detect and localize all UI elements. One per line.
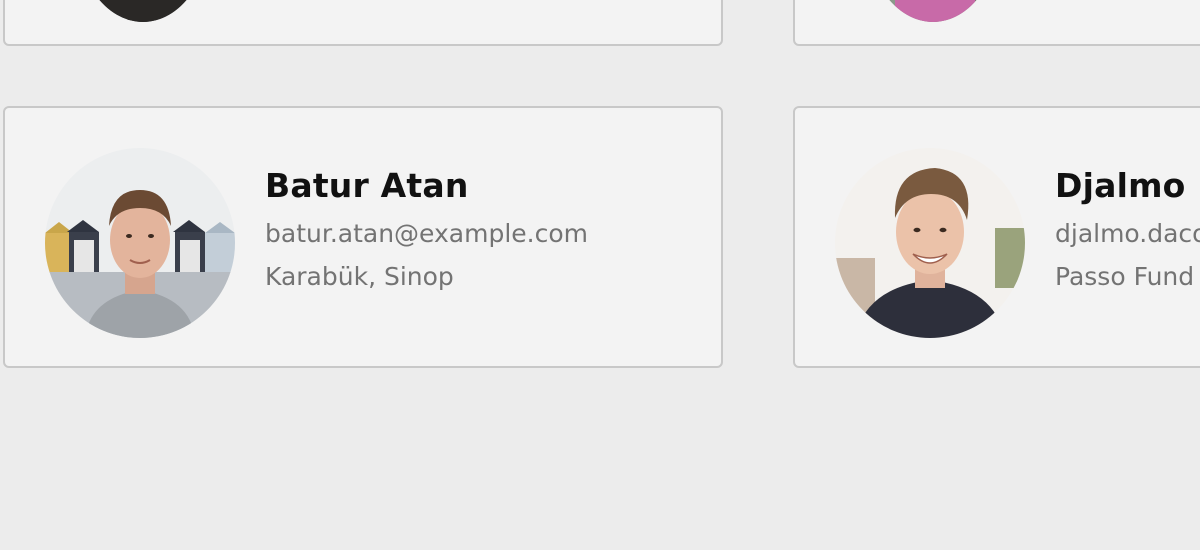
user-email: djalmo.daco <box>1055 219 1200 248</box>
user-card[interactable] <box>3 0 723 46</box>
user-info: Djalmo D djalmo.daco Passo Fund <box>1055 166 1200 291</box>
user-card[interactable]: Djalmo D djalmo.daco Passo Fund <box>793 106 1200 368</box>
user-name: Batur Atan <box>265 166 469 205</box>
avatar-image <box>865 0 1001 22</box>
avatar-image <box>45 148 235 338</box>
avatar-image <box>75 0 211 22</box>
avatar <box>45 148 235 338</box>
avatar <box>865 0 1001 22</box>
avatar <box>75 0 211 22</box>
user-email: batur.atan@example.com <box>265 219 588 248</box>
user-location: Karabük, Sinop <box>265 262 454 291</box>
avatar <box>835 148 1025 338</box>
user-info: Batur Atan batur.atan@example.com Karabü… <box>265 166 588 291</box>
avatar-image <box>835 148 1025 338</box>
user-card[interactable]: Batur Atan batur.atan@example.com Karabü… <box>3 106 723 368</box>
user-directory: Batur Atan batur.atan@example.com Karabü… <box>0 0 1200 550</box>
user-name: Djalmo D <box>1055 166 1200 205</box>
user-location: Passo Fund <box>1055 262 1195 291</box>
user-card[interactable] <box>793 0 1200 46</box>
